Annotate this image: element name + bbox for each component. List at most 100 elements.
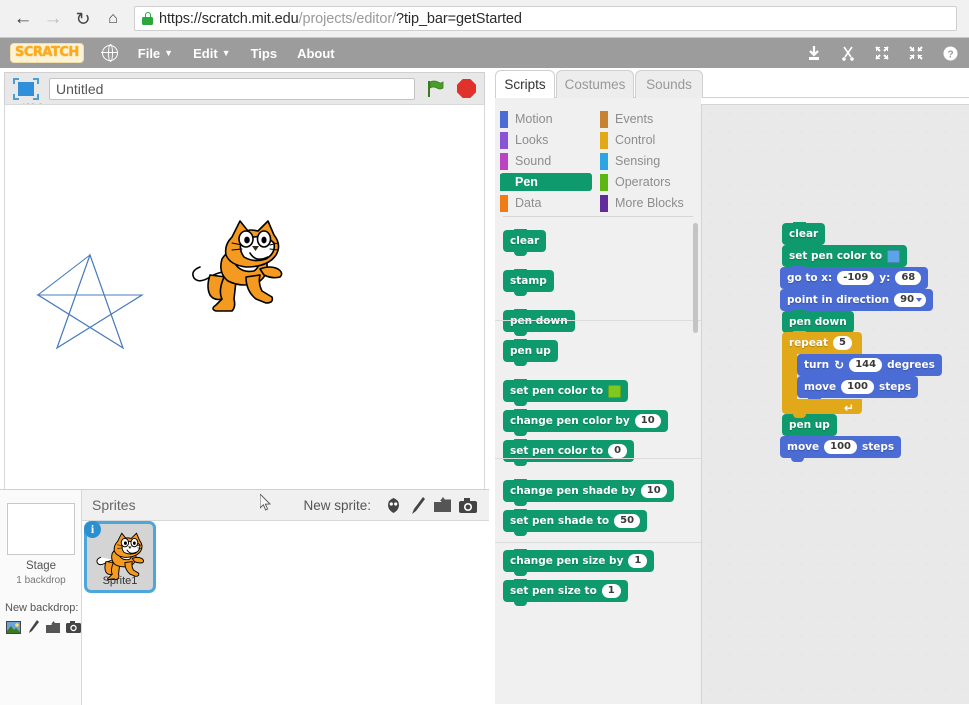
paint-sprite-icon[interactable]: [407, 495, 429, 515]
chevron-down-icon: [916, 298, 923, 302]
home-icon[interactable]: ⌂: [98, 4, 128, 34]
menu-file[interactable]: File ▼: [138, 46, 173, 61]
block-color-swatch[interactable]: [608, 384, 622, 398]
menu-edit[interactable]: Edit ▼: [193, 46, 230, 61]
palette-block[interactable]: change pen size by 1: [503, 549, 655, 576]
block-color-swatch[interactable]: [887, 249, 901, 263]
repeat-label: repeat: [789, 337, 829, 349]
stage-thumbnail[interactable]: [7, 503, 75, 555]
block-label: pen down: [789, 316, 847, 328]
sprite-cat[interactable]: [188, 215, 293, 320]
back-icon[interactable]: ←: [8, 4, 38, 34]
editor-tabs: Scripts Costumes Sounds: [495, 70, 969, 98]
block-number-input[interactable]: 50: [614, 514, 641, 528]
script-block[interactable]: set pen color to: [782, 244, 908, 271]
tab-sounds[interactable]: Sounds: [635, 70, 703, 98]
category-events[interactable]: Events: [600, 110, 692, 128]
category-color-swatch: [500, 131, 508, 149]
scripts-canvas[interactable]: clear set pen color to go to x: -109 y: 68 poi…: [701, 104, 969, 704]
sprite-thumbnail: [96, 532, 145, 580]
script-block[interactable]: move 100 steps: [780, 435, 902, 462]
globe-icon[interactable]: [101, 44, 118, 63]
small-stage-layout-icon[interactable]: [13, 77, 39, 100]
palette-block[interactable]: change pen color by 10: [503, 409, 668, 436]
block-number-input[interactable]: 68: [895, 271, 922, 285]
script-block[interactable]: point in direction 90: [780, 288, 934, 315]
palette-block[interactable]: clear: [503, 229, 547, 256]
tab-scripts[interactable]: Scripts: [495, 70, 555, 98]
tab-costumes[interactable]: Costumes: [556, 70, 634, 98]
upload-sprite-icon[interactable]: [432, 495, 454, 515]
category-more-blocks[interactable]: More Blocks: [600, 194, 692, 212]
chevron-down-icon: ▼: [221, 48, 231, 58]
block-number-input[interactable]: 10: [634, 414, 661, 428]
category-motion[interactable]: Motion: [500, 110, 592, 128]
block-number-input[interactable]: 100: [824, 440, 857, 454]
tab-sounds-label: Sounds: [646, 77, 692, 92]
category-more-blocks-label: More Blocks: [615, 196, 684, 210]
menu-about[interactable]: About: [297, 46, 335, 61]
palette-block[interactable]: change pen shade by 10: [503, 479, 674, 506]
block-label: pen down: [510, 315, 568, 327]
upload-backdrop-icon[interactable]: [45, 620, 62, 637]
palette-block[interactable]: set pen size to 1: [503, 579, 628, 606]
choose-backdrop-icon[interactable]: [5, 620, 22, 637]
block-number-input[interactable]: 1: [601, 584, 621, 598]
stage-canvas[interactable]: [4, 104, 485, 539]
block-label: set pen color to: [789, 250, 883, 262]
duplicate-icon[interactable]: [805, 44, 823, 62]
block-number-input[interactable]: -109: [837, 271, 875, 285]
camera-backdrop-icon[interactable]: [65, 621, 82, 636]
category-sensing[interactable]: Sensing: [600, 152, 692, 170]
scratch-logo[interactable]: SCRATCH: [10, 43, 84, 63]
category-operators[interactable]: Operators: [600, 173, 692, 191]
project-title-input[interactable]: [49, 77, 415, 100]
block-label: set pen shade to: [510, 515, 610, 527]
menu-tips[interactable]: Tips: [251, 46, 278, 61]
repeat-block-footer[interactable]: ↵: [782, 399, 862, 418]
repeat-block-header[interactable]: repeat 5: [782, 331, 862, 354]
svg-text:?: ?: [947, 49, 953, 60]
category-data[interactable]: Data: [500, 194, 592, 212]
palette-block[interactable]: pen down: [503, 309, 575, 336]
script-block[interactable]: pen down: [782, 310, 854, 337]
camera-sprite-icon[interactable]: [457, 495, 479, 515]
reload-icon[interactable]: ↻: [68, 4, 98, 34]
palette-divider: [503, 216, 693, 217]
green-flag-icon[interactable]: [425, 79, 445, 99]
stop-sign-icon[interactable]: [457, 79, 476, 98]
address-bar[interactable]: https://scratch.mit.edu/projects/editor/…: [134, 6, 957, 31]
category-data-label: Data: [515, 196, 542, 210]
block-number-input[interactable]: 10: [640, 484, 667, 498]
palette-scrollbar[interactable]: [693, 223, 698, 333]
palette-block[interactable]: stamp: [503, 269, 554, 296]
category-pen[interactable]: Pen: [500, 173, 592, 191]
repeat-block[interactable]: repeat 5 ↵: [782, 331, 862, 418]
block-number-input[interactable]: 0: [608, 444, 628, 458]
paint-backdrop-icon[interactable]: [25, 620, 42, 637]
block-number-input[interactable]: 1: [628, 554, 648, 568]
category-control[interactable]: Control: [600, 131, 692, 149]
category-looks[interactable]: Looks: [500, 131, 592, 149]
script-block[interactable]: clear: [782, 222, 826, 249]
palette-group-separator: [495, 542, 701, 543]
stage-selector[interactable]: Stage 1 backdrop New backdrop:: [0, 490, 82, 705]
category-color-swatch: [500, 110, 508, 128]
script-block[interactable]: go to x: -109 y: 68: [780, 266, 929, 293]
sprite-card-sprite1[interactable]: i Sprite1: [84, 521, 156, 593]
block-dropdown[interactable]: 90: [894, 293, 927, 307]
scissors-icon[interactable]: [839, 44, 857, 62]
grow-icon[interactable]: [873, 44, 891, 62]
help-icon[interactable]: ?: [941, 44, 959, 62]
palette-block[interactable]: set pen color to: [503, 379, 629, 406]
script-block[interactable]: pen up: [782, 413, 837, 440]
palette-block[interactable]: set pen shade to 50: [503, 509, 648, 536]
shrink-icon[interactable]: [907, 44, 925, 62]
category-operators-label: Operators: [615, 175, 671, 189]
category-sound[interactable]: Sound: [500, 152, 592, 170]
block-palette[interactable]: Motion Events Looks Control Sound Sensin…: [495, 97, 701, 704]
category-pen-label: Pen: [515, 175, 538, 189]
choose-sprite-icon[interactable]: [382, 495, 404, 515]
palette-block[interactable]: pen up: [503, 339, 558, 366]
repeat-count-input[interactable]: 5: [833, 336, 853, 350]
